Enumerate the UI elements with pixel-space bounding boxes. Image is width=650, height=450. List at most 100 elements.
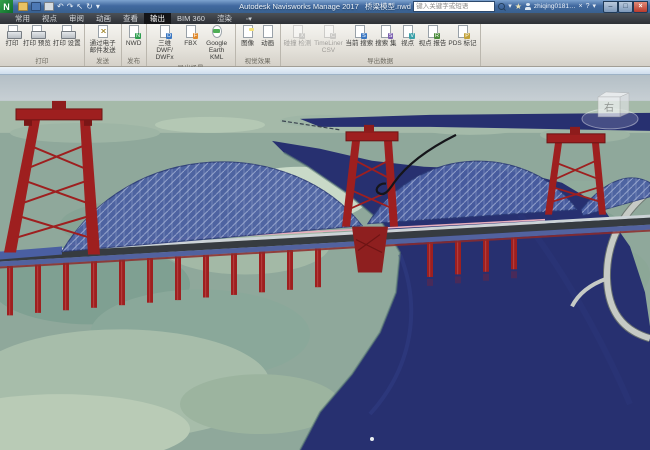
button-label: NWD <box>126 40 142 47</box>
tab-视点[interactable]: 视点 <box>36 13 63 24</box>
button-label: Google Earth KML <box>202 40 232 61</box>
printer-icon <box>29 25 44 39</box>
dwf-button[interactable]: 三维 DWF/ DWFx <box>149 25 181 61</box>
tab-动画[interactable]: 动画 <box>90 13 117 24</box>
help-dropdown-icon[interactable]: ▾ <box>592 3 596 10</box>
viewcube-face-label[interactable]: 右 <box>604 101 614 114</box>
pier-highlight <box>457 240 458 274</box>
tab-常用[interactable]: 常用 <box>9 13 36 24</box>
ribbon-group-导出场景: 三维 DWF/ DWFxFBXGoogle Earth KML导出场景 <box>147 24 236 66</box>
button-label: 打印 <box>6 40 19 47</box>
save-icon[interactable] <box>31 2 41 11</box>
undo-icon[interactable]: ↶ <box>57 3 64 11</box>
printer-button[interactable]: 打印 预览 <box>22 25 52 47</box>
app-title: Autodesk Navisworks Manage 2017 <box>239 2 359 11</box>
close-button[interactable]: × <box>633 1 648 13</box>
ribbon-group-发布: NWD发布 <box>122 24 147 66</box>
viewpoint-button[interactable]: 视点 <box>398 25 418 47</box>
exchange-apps-icon[interactable]: × <box>578 3 582 10</box>
pier-highlight <box>149 258 150 303</box>
fbx-button[interactable]: FBX <box>181 25 201 47</box>
ribbon-group-视觉效果: 图像动画视觉效果 <box>236 24 281 66</box>
tab-审阅[interactable]: 审阅 <box>63 13 90 24</box>
search-export-button[interactable]: 当前 搜索 <box>344 25 374 47</box>
tab-bim-360[interactable]: BIM 360 <box>171 13 211 24</box>
clash-icon <box>290 25 305 39</box>
redo-icon[interactable]: ↷ <box>67 3 74 11</box>
pds-button[interactable]: PDS 标记 <box>447 25 477 47</box>
button-label: 视点 <box>401 40 414 47</box>
printer-button[interactable]: 打印 设置 <box>52 25 82 47</box>
document-name: 桥梁模型.nwd <box>365 2 411 11</box>
viewcube-side-face[interactable] <box>620 93 629 117</box>
search-set-button[interactable]: 搜索 集 <box>374 25 397 47</box>
ribbon-tab-row: 常用视点审阅动画查看输出BIM 360渲染 ▫▾ <box>0 13 650 24</box>
quick-access-toolbar: ↶↷↖↻▾ <box>18 2 100 11</box>
clash-button[interactable]: 碰撞 检测 <box>283 25 313 47</box>
viewpoint-report-button[interactable]: 视点 报告 <box>418 25 448 47</box>
signed-in-username[interactable]: zhiqing0181… <box>534 3 576 10</box>
button-label: 视点 报告 <box>419 40 447 47</box>
kml-icon <box>209 25 224 39</box>
window-controls: – □ × <box>603 1 648 13</box>
pier-highlight <box>513 237 514 269</box>
search-dropdown-icon[interactable]: ▾ <box>508 3 512 10</box>
help-search-input[interactable] <box>413 1 495 12</box>
dwf-icon <box>157 25 172 39</box>
nwd-button[interactable]: NWD <box>124 25 144 47</box>
open-icon[interactable] <box>18 2 28 11</box>
help-icon[interactable]: ? <box>586 3 590 10</box>
minimize-button[interactable]: – <box>603 1 618 13</box>
ribbon: 打印打印 预览打印 设置打印通过电子 邮件发送发送NWD发布三维 DWF/ DW… <box>0 24 650 67</box>
document-area-strip <box>0 67 650 75</box>
group-label: 视觉效果 <box>238 54 278 66</box>
group-label: 导出数据 <box>283 54 478 66</box>
tab-查看[interactable]: 查看 <box>117 13 144 24</box>
pier-highlight <box>93 261 94 308</box>
title-bar: N ↶↷↖↻▾ Autodesk Navisworks Manage 2017 … <box>0 0 650 13</box>
signin-user-icon[interactable] <box>525 3 531 10</box>
button-label: 通过电子 邮件发送 <box>88 40 118 54</box>
pier-highlight <box>205 255 206 298</box>
animation-button[interactable]: 动画 <box>258 25 278 47</box>
image-button[interactable]: 图像 <box>238 25 258 47</box>
viewpoint-icon <box>400 25 415 39</box>
button-label: 三维 DWF/ DWFx <box>150 40 180 61</box>
printer-icon <box>59 25 74 39</box>
email-button[interactable]: 通过电子 邮件发送 <box>87 25 119 54</box>
printer-button[interactable]: 打印 <box>2 25 22 47</box>
search-export-icon <box>352 25 367 39</box>
viewpoint-report-icon <box>425 25 440 39</box>
select-icon[interactable]: ↖ <box>76 3 83 11</box>
kml-button[interactable]: Google Earth KML <box>201 25 233 61</box>
button-label: 当前 搜索 <box>345 40 373 47</box>
button-label: PDS 标记 <box>448 40 476 47</box>
button-label: 碰撞 检测 <box>284 40 312 47</box>
print-icon[interactable] <box>44 2 54 11</box>
search-icon[interactable] <box>498 3 505 10</box>
maximize-button[interactable]: □ <box>618 1 633 13</box>
tab-渲染[interactable]: 渲染 <box>211 13 238 24</box>
ribbon-tabs: 常用视点审阅动画查看输出BIM 360渲染 <box>9 13 238 24</box>
favorites-star-icon[interactable]: ★ <box>515 3 522 11</box>
pier-highlight <box>9 266 10 315</box>
ribbon-minimize-toggle[interactable]: ▫▾ <box>246 13 252 24</box>
menu-down-icon[interactable]: ▾ <box>96 3 100 11</box>
pds-icon <box>455 25 470 39</box>
search-set-icon <box>378 25 393 39</box>
tab-输出[interactable]: 输出 <box>144 13 171 24</box>
pier-highlight <box>233 253 234 295</box>
infocenter: ▾ ★ zhiqing0181… × ? ▾ – □ × <box>413 1 650 13</box>
button-label: 打印 预览 <box>23 40 51 47</box>
csv-button[interactable]: TimeLiner CSV <box>312 25 344 54</box>
application-menu-icon[interactable]: N <box>0 0 13 13</box>
pier-reflection <box>511 271 517 278</box>
ribbon-group-发送: 通过电子 邮件发送发送 <box>85 24 122 66</box>
navisworks-window: N ↶↷↖↻▾ Autodesk Navisworks Manage 2017 … <box>0 0 650 450</box>
ribbon-group-打印: 打印打印 预览打印 设置打印 <box>0 24 85 66</box>
group-label: 发送 <box>87 54 119 66</box>
refresh-icon[interactable]: ↻ <box>86 3 93 11</box>
pier-highlight <box>485 239 486 272</box>
ribbon-group-导出数据: 碰撞 检测TimeLiner CSV当前 搜索搜索 集视点视点 报告PDS 标记… <box>281 24 481 66</box>
viewport-3d[interactable]: 右 <box>0 75 650 450</box>
